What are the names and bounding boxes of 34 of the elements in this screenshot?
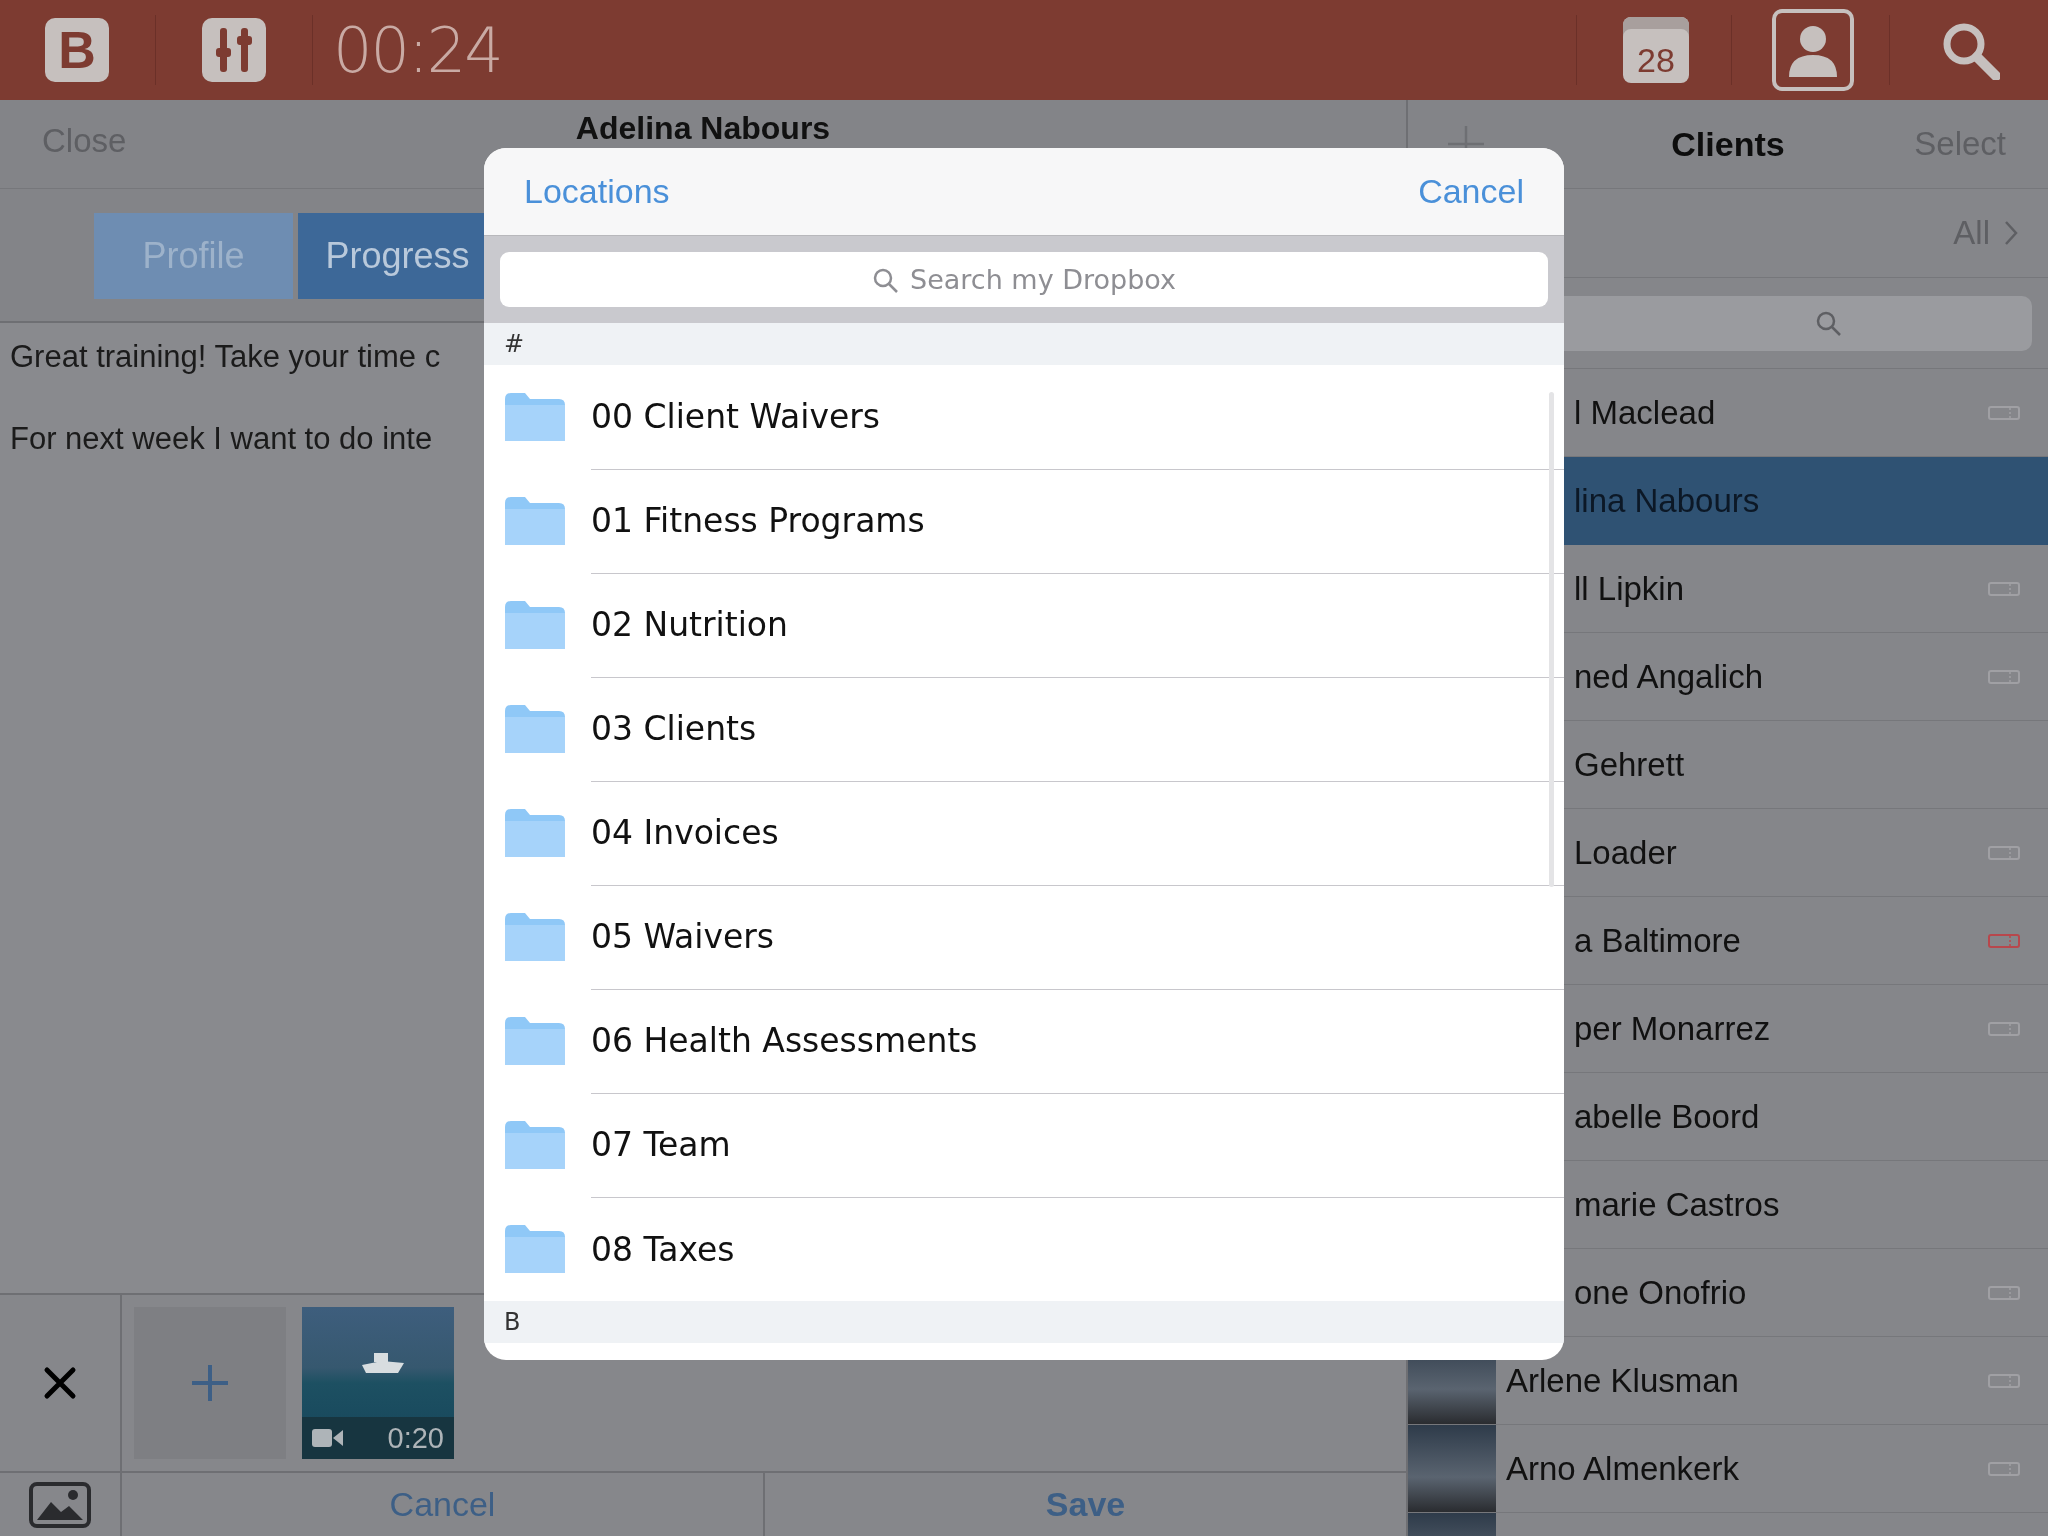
client-row[interactable]: Arno Almenkerk: [1408, 1425, 2048, 1513]
folder-icon: [505, 809, 565, 857]
search-field[interactable]: Search my Dropbox: [500, 252, 1548, 307]
person-icon[interactable]: [1772, 9, 1854, 91]
folder-icon: [505, 601, 565, 649]
note-text: For next week I want to do inte: [10, 421, 433, 457]
plus-icon: [190, 1363, 230, 1403]
folder-icon: [505, 705, 565, 753]
client-name-title: Adelina Nabours: [574, 110, 832, 146]
cancel-button[interactable]: Cancel: [1418, 172, 1524, 211]
video-duration: 0:20: [387, 1421, 444, 1455]
search-icon: [1815, 310, 1841, 336]
folder-icon: [505, 497, 565, 545]
locations-button[interactable]: Locations: [524, 172, 670, 211]
note-text: Great training! Take your time c: [10, 339, 441, 375]
folder-icon: [505, 913, 565, 961]
search-icon: [872, 266, 898, 293]
section-header: #: [484, 323, 1564, 365]
folder-icon: [505, 1017, 565, 1065]
video-thumbnail[interactable]: 0:20: [302, 1307, 454, 1459]
chevron-icon: [2004, 220, 2018, 246]
image-icon[interactable]: [29, 1481, 91, 1528]
app-logo[interactable]: B: [45, 18, 109, 82]
folder-icon: [505, 393, 565, 441]
folder-icon: [505, 1225, 565, 1273]
folder-icon: [505, 1121, 565, 1169]
mixer-icon[interactable]: [202, 18, 266, 82]
close-icon[interactable]: [43, 1366, 77, 1400]
timer: 00:24: [333, 13, 502, 87]
clients-title: Clients: [1671, 124, 1785, 163]
video-camera-icon: [312, 1426, 344, 1450]
section-header: B: [484, 1301, 1564, 1343]
boat-drawing: [362, 1353, 404, 1373]
calendar-button[interactable]: 28: [1623, 17, 1689, 83]
